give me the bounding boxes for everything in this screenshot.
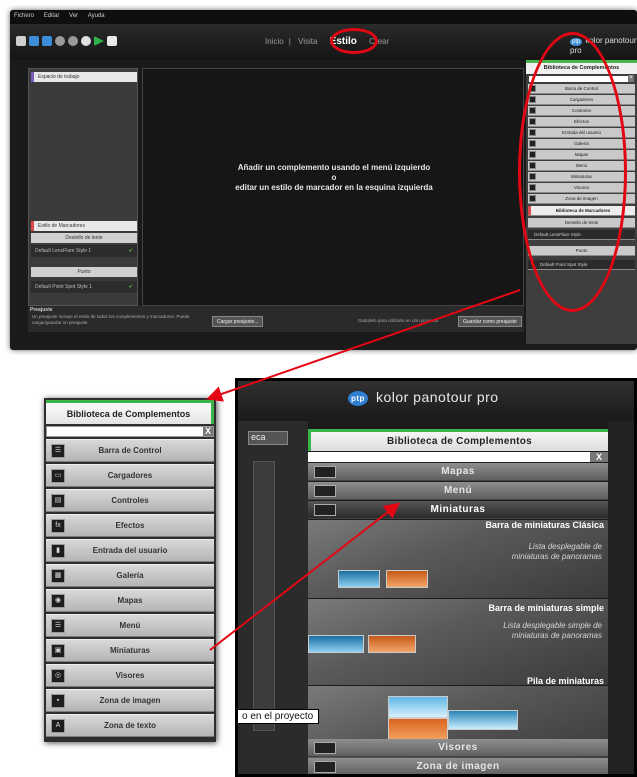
arrow-to-right-zoom: [209, 502, 401, 651]
arrow-to-left-zoom: [206, 289, 521, 402]
callout-arrows: [206, 289, 521, 651]
